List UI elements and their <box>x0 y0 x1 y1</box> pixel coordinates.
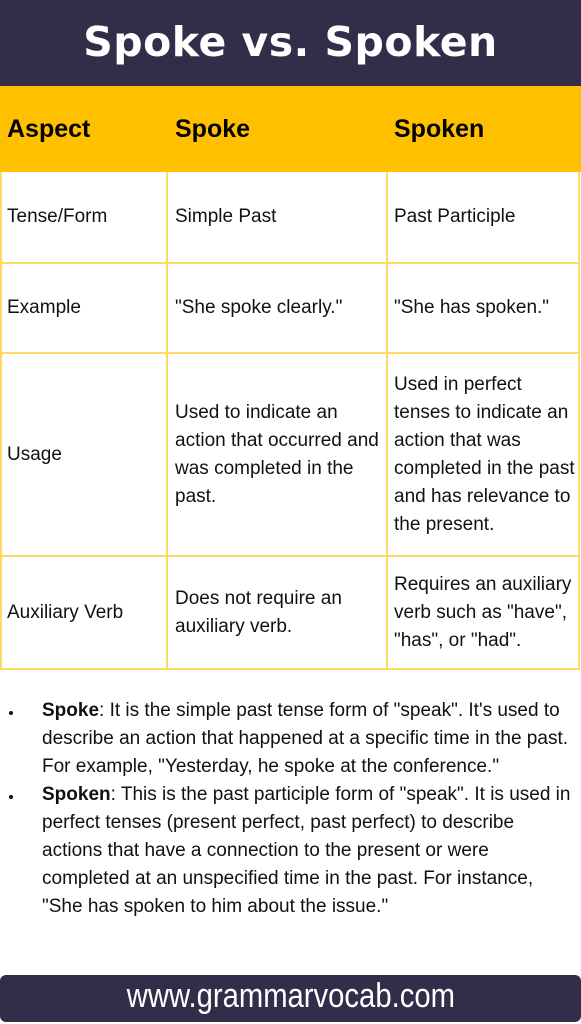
page-title: Spoke vs. Spoken <box>83 18 498 66</box>
cell-spoke: Used to indicate an action that occurred… <box>175 401 379 507</box>
cell-spoken: "She has spoken." <box>394 297 550 318</box>
table-row-example: Example "She spoke clearly." "She has sp… <box>0 264 579 354</box>
cell-spoke: Simple Past <box>175 206 277 227</box>
cell-aspect: Usage <box>7 443 62 465</box>
bullet-icon <box>9 795 13 799</box>
column-divider <box>386 172 388 670</box>
list-item-spoken: Spoken: This is the past participle form… <box>0 781 581 921</box>
definition-list: Spoke: It is the simple past tense form … <box>0 697 581 921</box>
term-label: Spoken <box>42 784 111 805</box>
table-border-right <box>578 172 580 670</box>
website-url: www.grammarvocab.com <box>126 977 455 1015</box>
cell-spoken: Used in perfect tenses to indicate an ac… <box>394 373 575 535</box>
cell-spoken: Past Participle <box>394 206 516 227</box>
cell-spoke: "She spoke clearly." <box>175 297 343 318</box>
list-item-spoke: Spoke: It is the simple past tense form … <box>0 697 581 781</box>
header-aspect: Aspect <box>7 114 91 143</box>
table-border-left <box>0 172 2 670</box>
cell-spoke: Does not require an auxiliary verb. <box>175 587 342 637</box>
cell-aspect: Tense/Form <box>7 206 108 227</box>
table-row-auxiliary-verb: Auxiliary Verb Does not require an auxil… <box>0 557 579 670</box>
title-bar: Spoke vs. Spoken <box>0 0 581 86</box>
table-row-usage: Usage Used to indicate an action that oc… <box>0 354 579 557</box>
bullet-icon <box>9 711 13 715</box>
table-header-row: Aspect Spoke Spoken <box>0 86 581 172</box>
cell-aspect: Auxiliary Verb <box>7 601 124 623</box>
term-label: Spoke <box>42 700 100 721</box>
term-description: : This is the past participle form of "s… <box>42 784 571 917</box>
header-spoke: Spoke <box>175 114 251 143</box>
header-spoken: Spoken <box>394 114 485 143</box>
column-divider <box>166 172 168 670</box>
cell-spoken: Requires an auxiliary verb such as "have… <box>394 573 572 651</box>
table-row-tense-form: Tense/Form Simple Past Past Participle <box>0 172 579 264</box>
footer-bar: www.grammarvocab.com <box>0 975 581 1022</box>
term-description: : It is the simple past tense form of "s… <box>42 700 568 777</box>
cell-aspect: Example <box>7 297 81 318</box>
